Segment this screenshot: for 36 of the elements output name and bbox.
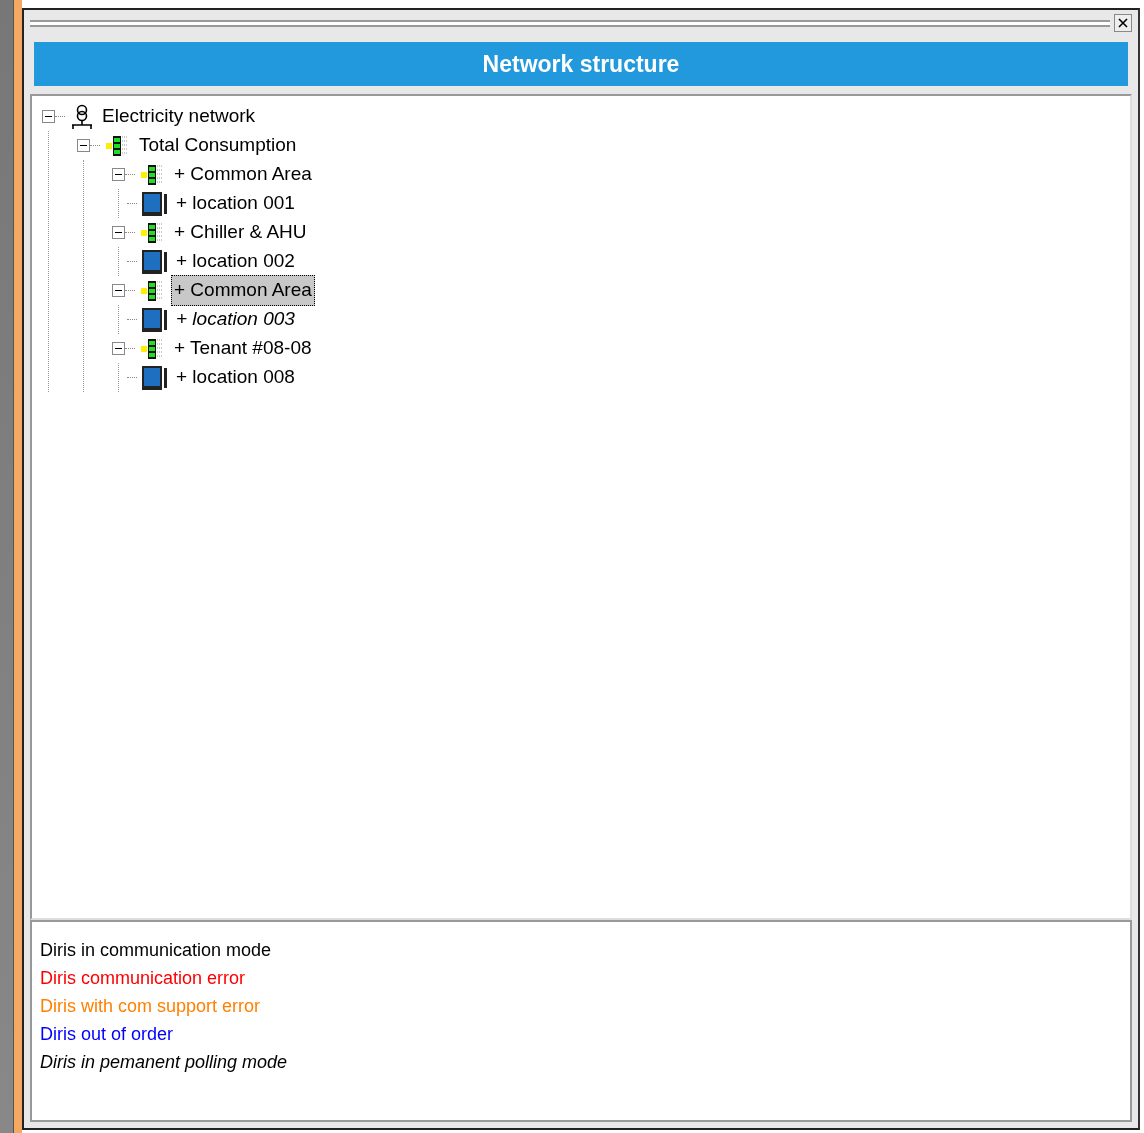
legend-item: Diris communication error (40, 967, 247, 990)
tree-item[interactable]: + location 002 (173, 246, 298, 277)
legend-item: Diris in pemanent polling mode (40, 1051, 289, 1074)
legend-item: Diris out of order (40, 1023, 175, 1046)
meter-icon (141, 364, 169, 391)
title-bar-grip[interactable] (30, 19, 1110, 27)
tree-item[interactable]: + Chiller & AHU (171, 217, 310, 248)
minus-icon (80, 142, 87, 149)
minus-icon (115, 171, 122, 178)
collapse-toggle[interactable] (42, 110, 55, 123)
collapse-toggle[interactable] (112, 168, 125, 181)
legend-item: Diris with com support error (40, 995, 262, 1018)
minus-icon (45, 113, 52, 120)
minus-icon (115, 287, 122, 294)
minus-icon (115, 345, 122, 352)
tree-item[interactable]: Electricity network (99, 101, 259, 132)
tree-item[interactable]: Total Consumption (136, 130, 300, 161)
collapse-toggle[interactable] (112, 342, 125, 355)
tree-item[interactable]: + Tenant #08-08 (171, 333, 315, 364)
meter-icon (141, 248, 169, 275)
window-title: Network structure (34, 42, 1128, 86)
meter-icon (141, 190, 169, 217)
close-button[interactable] (1114, 14, 1132, 32)
meter-icon (141, 306, 169, 333)
collapse-toggle[interactable] (112, 226, 125, 239)
minus-icon (115, 229, 122, 236)
tree-item[interactable]: + Common Area (171, 275, 315, 306)
legend-item: Diris in communication mode (40, 939, 273, 962)
collapse-toggle[interactable] (112, 284, 125, 297)
tree-item[interactable]: + Common Area (171, 159, 315, 190)
transformer-icon (69, 103, 95, 130)
collapse-toggle[interactable] (77, 139, 90, 152)
tree-item[interactable]: + location 003 (173, 304, 298, 335)
tree-item[interactable]: + location 001 (173, 188, 298, 219)
close-icon (1118, 18, 1128, 28)
tree-item[interactable]: + location 008 (173, 362, 298, 393)
